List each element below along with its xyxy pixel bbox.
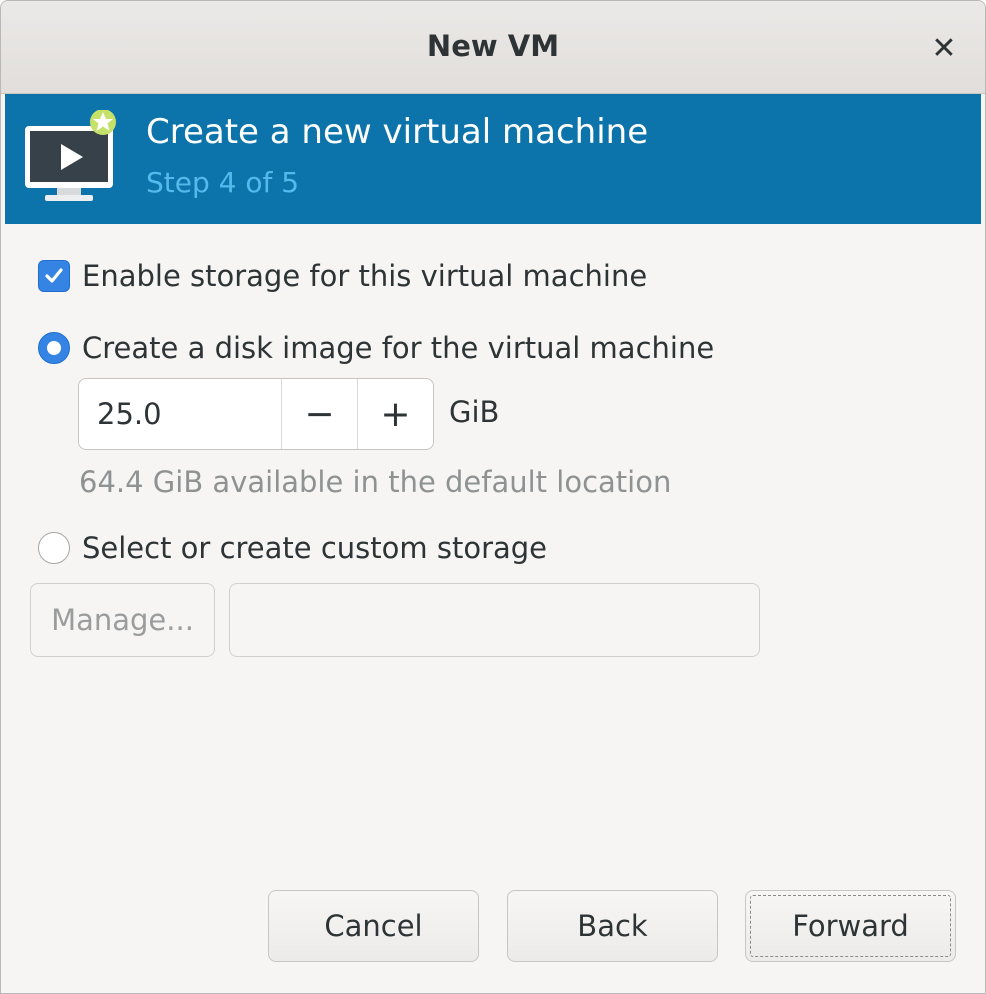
back-button[interactable]: Back — [507, 890, 718, 962]
increment-button[interactable]: + — [357, 379, 433, 449]
create-disk-radio[interactable] — [38, 332, 70, 364]
decrement-button[interactable]: − — [281, 379, 357, 449]
checkmark-icon — [45, 268, 63, 283]
enable-storage-row[interactable]: Enable storage for this virtual machine — [38, 259, 647, 293]
enable-storage-label: Enable storage for this virtual machine — [82, 259, 648, 293]
wizard-step: Step 4 of 5 — [146, 166, 300, 199]
wizard-header-banner: Create a new virtual machine Step 4 of 5 — [5, 94, 981, 224]
close-button[interactable]: ✕ — [925, 31, 963, 69]
title-bar: New VM ✕ — [1, 1, 985, 94]
custom-storage-path-input[interactable] — [229, 583, 760, 657]
disk-size-spinbutton: − + — [78, 378, 434, 450]
close-icon: ✕ — [931, 31, 957, 66]
available-space-hint: 64.4 GiB available in the default locati… — [79, 465, 672, 499]
wizard-title: Create a new virtual machine — [146, 112, 649, 152]
cancel-button[interactable]: Cancel — [268, 890, 479, 962]
custom-storage-label: Select or create custom storage — [82, 531, 548, 565]
minus-icon: − — [304, 393, 335, 435]
plus-icon: + — [380, 393, 411, 435]
create-disk-row[interactable]: Create a disk image for the virtual mach… — [38, 331, 714, 365]
manage-button[interactable]: Manage... — [30, 583, 215, 657]
forward-button[interactable]: Forward — [745, 890, 956, 962]
vm-monitor-new-icon — [25, 110, 116, 201]
enable-storage-checkbox[interactable] — [38, 260, 70, 292]
disk-size-unit: GiB — [449, 395, 500, 429]
custom-storage-radio[interactable] — [38, 532, 70, 564]
window-title: New VM — [426, 29, 560, 63]
disk-size-input[interactable] — [79, 379, 281, 449]
custom-storage-row[interactable]: Select or create custom storage — [38, 531, 547, 565]
storage-step-content: Enable storage for this virtual machine … — [5, 225, 981, 991]
create-disk-label: Create a disk image for the virtual mach… — [82, 331, 715, 365]
new-vm-dialog: New VM ✕ Create a new virtual machine St… — [0, 0, 986, 994]
